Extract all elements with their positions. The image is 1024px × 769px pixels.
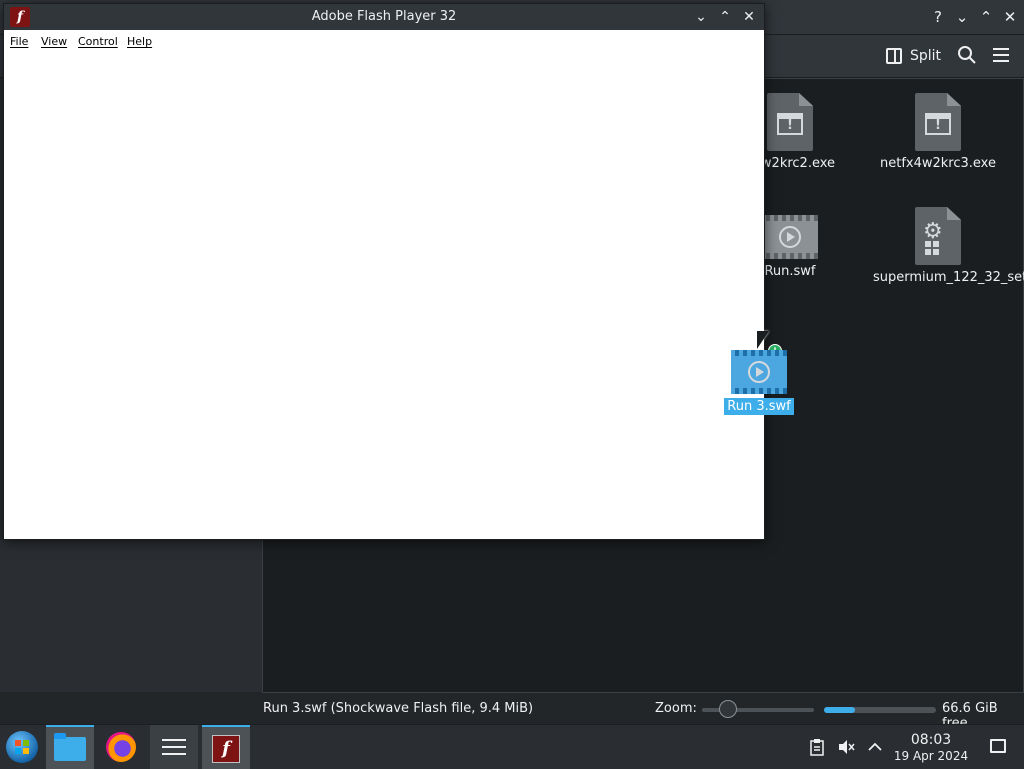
file-item[interactable]: ⚙ supermium_122_32_setup.exe xyxy=(873,207,1024,287)
split-button[interactable]: Split xyxy=(886,43,941,69)
menu-file[interactable]: File xyxy=(10,35,28,48)
installer-icon: ⚙ xyxy=(915,207,961,265)
menu-control[interactable]: Control xyxy=(78,35,118,48)
gear-icon: ⚙ xyxy=(923,219,943,244)
taskbar: f 08:03 19 Apr 2024 xyxy=(0,724,1024,769)
split-view-icon xyxy=(886,48,902,64)
split-button-label: Split xyxy=(910,48,942,64)
chevron-up-icon[interactable] xyxy=(866,738,884,756)
status-bar: Run 3.swf (Shockwave Flash file, 9.4 MiB… xyxy=(262,692,1024,731)
settings-sliders-icon xyxy=(162,737,186,757)
start-menu-button[interactable] xyxy=(0,725,48,769)
free-space-fill xyxy=(824,707,856,713)
clock-time[interactable]: 08:03 xyxy=(890,732,972,748)
mouse-pointer-icon xyxy=(757,331,769,349)
executable-icon xyxy=(915,93,961,151)
taskbar-settings[interactable] xyxy=(150,725,198,769)
minimize-icon[interactable]: ⌄ xyxy=(692,8,710,26)
close-icon[interactable]: ✕ xyxy=(740,8,758,26)
help-icon[interactable]: ? xyxy=(929,8,947,26)
maximize-icon[interactable]: ⌃ xyxy=(977,8,995,26)
menu-help[interactable]: Help xyxy=(127,35,152,48)
minimize-icon[interactable]: ⌄ xyxy=(953,8,971,26)
zoom-slider-handle[interactable] xyxy=(719,700,737,718)
file-name: netfx4w2krc3.exe xyxy=(880,156,996,171)
search-icon[interactable] xyxy=(957,45,977,65)
zoom-label: Zoom: xyxy=(655,701,697,716)
executable-icon xyxy=(767,93,813,151)
taskbar-firefox[interactable] xyxy=(98,725,146,769)
file-name: supermium_122_32_setup.exe xyxy=(873,270,1024,285)
flash-content-area[interactable] xyxy=(4,52,764,539)
window-title: Adobe Flash Player 32 xyxy=(311,9,457,24)
video-file-icon xyxy=(731,350,787,394)
flash-player-titlebar[interactable]: f Adobe Flash Player 32 ⌄ ⌃ ✕ xyxy=(4,4,764,30)
menu-bar: File View Control Help xyxy=(4,30,764,52)
flash-player-icon: f xyxy=(212,735,240,763)
hamburger-menu-icon[interactable] xyxy=(991,45,1011,65)
taskbar-flash-player[interactable]: f xyxy=(202,725,250,769)
maximize-icon[interactable]: ⌃ xyxy=(716,8,734,26)
flash-player-window: f Adobe Flash Player 32 ⌄ ⌃ ✕ File View … xyxy=(3,3,765,540)
clipboard-icon[interactable] xyxy=(808,738,826,756)
volume-muted-icon[interactable] xyxy=(837,738,855,756)
menu-view[interactable]: View xyxy=(41,35,67,48)
folder-icon xyxy=(54,733,86,761)
start-orb-icon xyxy=(6,731,38,763)
video-file-icon xyxy=(762,215,818,259)
zoom-slider[interactable] xyxy=(702,700,814,718)
show-desktop-icon[interactable] xyxy=(990,739,1006,753)
firefox-icon xyxy=(106,732,136,762)
dragged-file-name: Run 3.swf xyxy=(724,398,794,415)
clock-date[interactable]: 19 Apr 2024 xyxy=(886,749,976,763)
status-text: Run 3.swf (Shockwave Flash file, 9.4 MiB… xyxy=(263,701,534,716)
close-icon[interactable]: ✕ xyxy=(1001,8,1019,26)
taskbar-file-manager[interactable] xyxy=(46,725,94,769)
free-space-bar xyxy=(824,707,936,713)
file-item[interactable]: netfx4w2krc3.exe xyxy=(873,93,1003,173)
